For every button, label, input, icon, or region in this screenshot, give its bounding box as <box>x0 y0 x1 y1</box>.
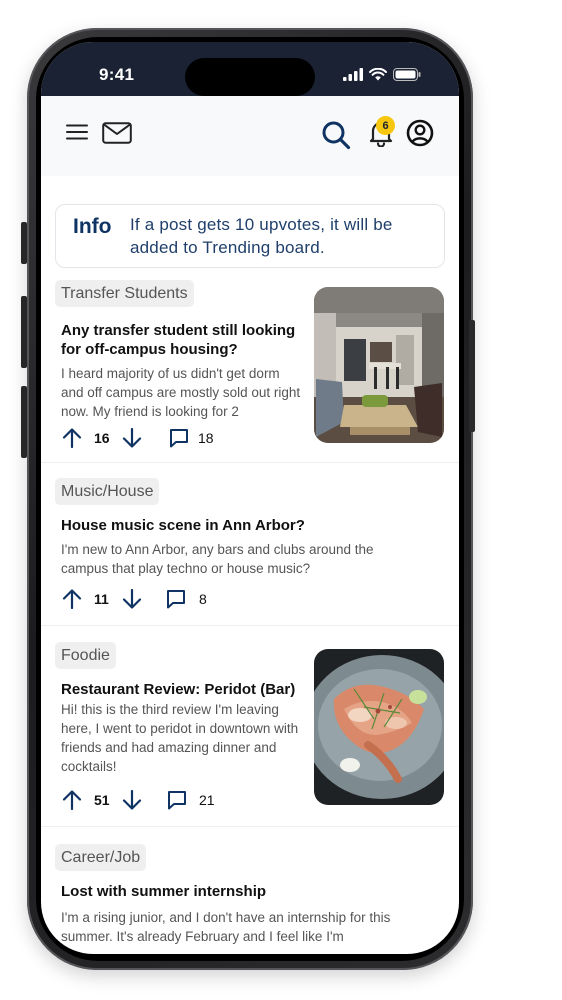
signal-icon <box>343 68 363 86</box>
post-card[interactable]: Career/Job Lost with summer internship I… <box>41 826 459 954</box>
post-card[interactable]: Transfer Students Any transfer student s… <box>41 276 459 463</box>
post-card[interactable]: Music/House House music scene in Ann Arb… <box>41 462 459 626</box>
post-title[interactable]: Restaurant Review: Peridot (Bar) <box>61 680 301 699</box>
notification-badge: 6 <box>376 116 395 135</box>
post-excerpt: I'm a rising junior, and I don't have an… <box>61 910 391 944</box>
comment-icon[interactable] <box>165 588 187 610</box>
post-actions: 16 18 <box>61 427 301 451</box>
post-title[interactable]: Any transfer student still looking for o… <box>61 321 301 359</box>
post-excerpt: I'm new to Ann Arbor, any bars and clubs… <box>61 542 374 576</box>
vote-count: 51 <box>94 792 110 808</box>
comment-icon[interactable] <box>166 789 188 811</box>
battery-icon <box>393 68 421 86</box>
post-image-apartment[interactable] <box>314 287 444 443</box>
post-tag[interactable]: Music/House <box>55 478 160 505</box>
comment-count: 18 <box>198 430 214 446</box>
downvote-icon[interactable] <box>121 427 143 449</box>
post-title[interactable]: House music scene in Ann Arbor? <box>61 516 421 535</box>
vote-count: 16 <box>94 430 110 446</box>
upvote-icon[interactable] <box>61 789 83 811</box>
menu-icon[interactable] <box>65 120 89 144</box>
upvote-icon[interactable] <box>61 588 83 610</box>
post-excerpt: I heard majority of us didn't get dorm a… <box>61 366 301 419</box>
dynamic-island <box>185 58 315 96</box>
post-tag[interactable]: Transfer Students <box>55 280 194 307</box>
post-tag[interactable]: Foodie <box>55 642 116 669</box>
info-banner: Info If a post gets 10 upvotes, it will … <box>55 204 445 268</box>
wifi-icon <box>369 67 387 86</box>
downvote-icon[interactable] <box>121 789 143 811</box>
downvote-icon[interactable] <box>121 588 143 610</box>
info-title: Info <box>73 215 112 238</box>
phone-screen: 9:41 6 Info If a post gets 10 upvotes, i… <box>41 42 459 954</box>
post-tag[interactable]: Career/Job <box>55 844 147 871</box>
post-actions: 11 8 <box>61 588 301 612</box>
profile-icon[interactable] <box>405 118 435 148</box>
post-image-food[interactable] <box>314 649 444 805</box>
post-excerpt: Hi! this is the third review I'm leaving… <box>61 702 299 774</box>
post-card[interactable]: Foodie Restaurant Review: Peridot (Bar) … <box>41 625 459 827</box>
power-button <box>469 320 475 432</box>
comment-count: 21 <box>199 792 215 808</box>
comment-count: 8 <box>199 591 207 607</box>
app-header: 6 <box>41 96 459 176</box>
upvote-icon[interactable] <box>61 427 83 449</box>
status-bar: 9:41 <box>41 42 459 96</box>
vote-count: 11 <box>94 591 109 607</box>
search-icon[interactable] <box>319 118 353 152</box>
comment-icon[interactable] <box>168 427 190 449</box>
post-actions: 51 21 <box>61 789 301 813</box>
info-text: If a post gets 10 upvotes, it will be ad… <box>130 215 393 257</box>
status-time: 9:41 <box>99 65 135 84</box>
post-title[interactable]: Lost with summer internship <box>61 882 421 901</box>
mail-icon[interactable] <box>101 120 133 146</box>
